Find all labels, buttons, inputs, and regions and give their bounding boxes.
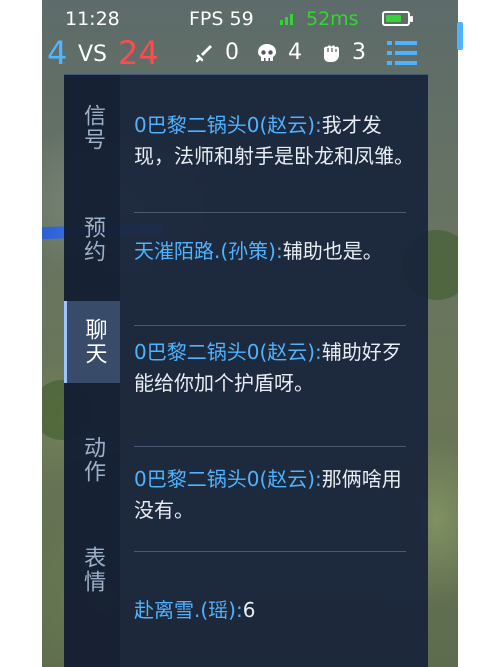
- message-sender: 0巴黎二锅头0(赵云):: [134, 340, 322, 364]
- kills-stat: 0: [195, 40, 239, 65]
- game-screen: 11:28 FPS 59 52ms 4 VS 24 0 4 3 信号 预约 聊天…: [42, 0, 458, 667]
- message-sender: 0巴黎二锅头0(赵云):: [134, 467, 322, 491]
- chat-message: 0巴黎二锅头0(赵云):我才发现，法师和射手是卧龙和凤雏。: [134, 110, 414, 172]
- chat-message: 赴离雪.(瑶):6: [134, 595, 414, 626]
- message-sender: 0巴黎二锅头0(赵云):: [134, 113, 322, 137]
- chat-message: 0巴黎二锅头0(赵云):辅助好歹能给你加个护盾呀。: [134, 337, 414, 399]
- skull-icon: [258, 43, 276, 61]
- assists-stat: 3: [320, 40, 366, 65]
- battery-level: [386, 15, 401, 22]
- message-sender: 赴离雪.(瑶):: [134, 598, 243, 622]
- signal-icon: [280, 9, 293, 25]
- tab-emotes[interactable]: 表情: [64, 529, 120, 611]
- team-blue-score: 4: [47, 34, 68, 72]
- sword-icon: [195, 44, 212, 62]
- kills-count: 0: [225, 40, 239, 65]
- score-bar: 4 VS 24 0 4 3: [42, 34, 458, 74]
- tab-signal[interactable]: 信号: [64, 87, 120, 169]
- tab-label: 动作: [80, 436, 105, 484]
- tab-bar: 信号 预约 聊天 动作 表情: [64, 75, 120, 667]
- deaths-count: 4: [288, 40, 302, 65]
- deaths-stat: 4: [256, 40, 302, 65]
- battery-icon: [382, 11, 413, 26]
- message-sender: 天漼陌路.(孙策):: [134, 239, 283, 263]
- ping-readout: 52ms: [306, 8, 359, 30]
- message-list[interactable]: 0巴黎二锅头0(赵云):我才发现，法师和射手是卧龙和凤雏。 天漼陌路.(孙策):…: [134, 75, 419, 667]
- tab-label: 信号: [80, 104, 105, 152]
- tab-actions[interactable]: 动作: [64, 419, 120, 501]
- chat-message: 0巴黎二锅头0(赵云):那俩啥用没有。: [134, 464, 414, 526]
- edge-indicator: [457, 22, 463, 50]
- chat-panel: 信号 预约 聊天 动作 表情 0巴黎二锅头0(赵云):我才发现，法师和射手是卧龙…: [64, 74, 428, 667]
- message-divider: [134, 212, 406, 213]
- clock: 11:28: [65, 8, 120, 30]
- message-text: 辅助也是。: [282, 239, 383, 263]
- tab-reserve[interactable]: 预约: [64, 199, 120, 281]
- team-red-score: 24: [118, 34, 159, 72]
- menu-icon[interactable]: [387, 40, 417, 66]
- status-bar: 11:28 FPS 59 52ms: [42, 0, 458, 36]
- message-divider: [134, 551, 406, 552]
- tab-label: 聊天: [81, 318, 107, 366]
- fps-counter: FPS 59: [189, 8, 254, 30]
- tab-label: 预约: [80, 216, 105, 264]
- message-divider: [134, 325, 406, 326]
- tab-label: 表情: [80, 546, 105, 594]
- chat-message: 天漼陌路.(孙策):辅助也是。: [134, 236, 414, 267]
- vs-label: VS: [78, 42, 108, 67]
- assists-count: 3: [352, 40, 366, 65]
- fist-icon: [324, 44, 339, 62]
- message-text: 6: [242, 598, 256, 622]
- tab-chat[interactable]: 聊天: [64, 301, 120, 383]
- message-divider: [134, 446, 406, 447]
